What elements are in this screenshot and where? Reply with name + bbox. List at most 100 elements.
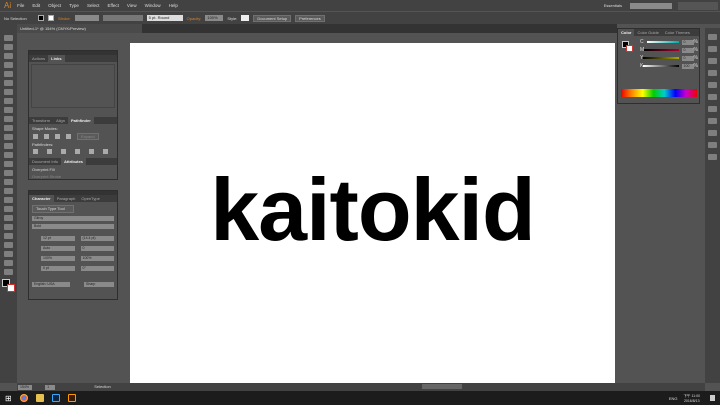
- symbols-panel-icon[interactable]: [708, 70, 717, 76]
- minus-front-icon[interactable]: [44, 134, 49, 139]
- menu-file[interactable]: File: [17, 3, 24, 8]
- gradient-tool-icon[interactable]: [4, 197, 13, 203]
- tab-color[interactable]: Color: [618, 29, 635, 36]
- slice-tool-icon[interactable]: [4, 251, 13, 257]
- stroke-color-icon[interactable]: [7, 284, 15, 292]
- appearance-panel-icon[interactable]: [708, 118, 717, 124]
- tab-transform[interactable]: Transform: [29, 117, 53, 124]
- tab-links[interactable]: Links: [48, 55, 65, 62]
- exclude-icon[interactable]: [66, 134, 71, 139]
- notifications-icon[interactable]: [710, 395, 715, 401]
- window-controls[interactable]: [678, 1, 718, 10]
- rectangle-tool-icon[interactable]: [4, 98, 13, 104]
- direct-selection-tool-icon[interactable]: [4, 44, 13, 50]
- brushes-panel-icon[interactable]: [708, 58, 717, 64]
- language-select[interactable]: English: USA: [32, 282, 70, 287]
- y-field[interactable]: 0: [681, 55, 694, 61]
- stroke-label[interactable]: Stroke:: [58, 16, 71, 21]
- overprint-fill-checkbox[interactable]: Overprint Fill: [29, 165, 117, 174]
- font-family-select[interactable]: Gilroy: [32, 216, 114, 221]
- artboards-panel-icon[interactable]: [708, 154, 717, 160]
- crop-icon[interactable]: [75, 149, 80, 154]
- pen-tool-icon[interactable]: [4, 71, 13, 77]
- illustrator-icon[interactable]: [67, 394, 76, 402]
- stroke-weight-field[interactable]: [74, 15, 99, 21]
- opacity-field[interactable]: 100%: [205, 15, 224, 21]
- tab-character[interactable]: Character: [29, 195, 54, 202]
- artboard-tool-icon[interactable]: [4, 242, 13, 248]
- menu-window[interactable]: Window: [145, 3, 161, 8]
- leading-field[interactable]: (14.4 pt): [80, 236, 114, 241]
- overprint-stroke-checkbox[interactable]: Overprint Stroke: [29, 174, 117, 181]
- merge-icon[interactable]: [61, 149, 66, 154]
- blend-tool-icon[interactable]: [4, 215, 13, 221]
- zoom-field[interactable]: 154%: [18, 385, 32, 390]
- horizontal-scale-field[interactable]: 100%: [80, 256, 114, 261]
- style-swatch[interactable]: [241, 15, 250, 21]
- type-tool-icon[interactable]: [4, 80, 13, 86]
- perspective-grid-tool-icon[interactable]: [4, 179, 13, 185]
- transparency-panel-icon[interactable]: [708, 106, 717, 112]
- tab-color-guide[interactable]: Color Guide: [634, 29, 661, 36]
- color-spectrum[interactable]: [621, 89, 697, 97]
- scale-tool-icon[interactable]: [4, 143, 13, 149]
- intersect-icon[interactable]: [55, 134, 60, 139]
- chrome-icon[interactable]: [19, 394, 28, 402]
- tab-color-themes[interactable]: Color Themes: [662, 29, 693, 36]
- hand-tool-icon[interactable]: [4, 260, 13, 266]
- document-setup-button[interactable]: Document Setup: [253, 14, 292, 22]
- menu-effect[interactable]: Effect: [107, 3, 118, 8]
- selection-tool-icon[interactable]: [4, 35, 13, 41]
- tab-pathfinder[interactable]: Pathfinder: [67, 117, 94, 124]
- paintbrush-tool-icon[interactable]: [4, 107, 13, 113]
- zoom-tool-icon[interactable]: [4, 269, 13, 275]
- stroke-panel-icon[interactable]: [708, 82, 717, 88]
- document-tab[interactable]: Untitled-1* @ 154% (CMYK/Preview): [17, 24, 142, 33]
- artwork-text[interactable]: kaitokid: [130, 160, 615, 260]
- eraser-tool-icon[interactable]: [4, 125, 13, 131]
- font-style-select[interactable]: Bold: [32, 224, 114, 229]
- menu-object[interactable]: Object: [48, 3, 61, 8]
- horizontal-scrollbar[interactable]: [421, 384, 462, 390]
- graphic-styles-panel-icon[interactable]: [708, 130, 717, 136]
- status-tool-label[interactable]: Selection: [94, 384, 110, 389]
- k-slider[interactable]: [643, 65, 679, 67]
- mesh-tool-icon[interactable]: [4, 188, 13, 194]
- opacity-label[interactable]: Opacity:: [187, 16, 202, 21]
- tab-align[interactable]: Align: [53, 117, 68, 124]
- minus-back-icon[interactable]: [103, 149, 108, 154]
- vertical-scale-field[interactable]: 100%: [41, 256, 75, 261]
- preferences-button[interactable]: Preferences: [295, 14, 325, 22]
- c-field[interactable]: 0: [681, 39, 694, 45]
- tab-opentype[interactable]: OpenType: [78, 195, 102, 202]
- anti-aliasing-select[interactable]: Sharp: [84, 282, 114, 287]
- search-input[interactable]: [630, 2, 672, 9]
- rotate-tool-icon[interactable]: [4, 134, 13, 140]
- character-rotation-field[interactable]: 0°: [80, 266, 114, 271]
- menu-edit[interactable]: Edit: [32, 3, 40, 8]
- tab-paragraph[interactable]: Paragraph: [54, 195, 79, 202]
- workspace-switcher[interactable]: Essentials: [604, 3, 622, 8]
- swatches-panel-icon[interactable]: [708, 46, 717, 52]
- layers-panel-icon[interactable]: [708, 142, 717, 148]
- unite-icon[interactable]: [33, 134, 38, 139]
- divide-icon[interactable]: [33, 149, 38, 154]
- input-language[interactable]: ENG: [669, 396, 678, 401]
- baseline-shift-field[interactable]: 0 pt: [41, 266, 75, 271]
- c-slider[interactable]: [646, 41, 679, 43]
- expand-button[interactable]: Expand: [77, 133, 99, 140]
- k-field[interactable]: 100: [681, 63, 694, 69]
- outline-icon[interactable]: [89, 149, 94, 154]
- line-tool-icon[interactable]: [4, 89, 13, 95]
- font-size-field[interactable]: 12 pt: [41, 236, 75, 241]
- width-tool-icon[interactable]: [4, 152, 13, 158]
- tracking-field[interactable]: 0: [80, 246, 114, 251]
- start-icon[interactable]: ⊞: [5, 394, 12, 403]
- lasso-tool-icon[interactable]: [4, 62, 13, 68]
- symbol-sprayer-tool-icon[interactable]: [4, 224, 13, 230]
- menu-view[interactable]: View: [127, 3, 137, 8]
- menu-help[interactable]: Help: [169, 3, 178, 8]
- graph-tool-icon[interactable]: [4, 233, 13, 239]
- stroke-color-icon[interactable]: [626, 45, 633, 52]
- shape-builder-tool-icon[interactable]: [4, 170, 13, 176]
